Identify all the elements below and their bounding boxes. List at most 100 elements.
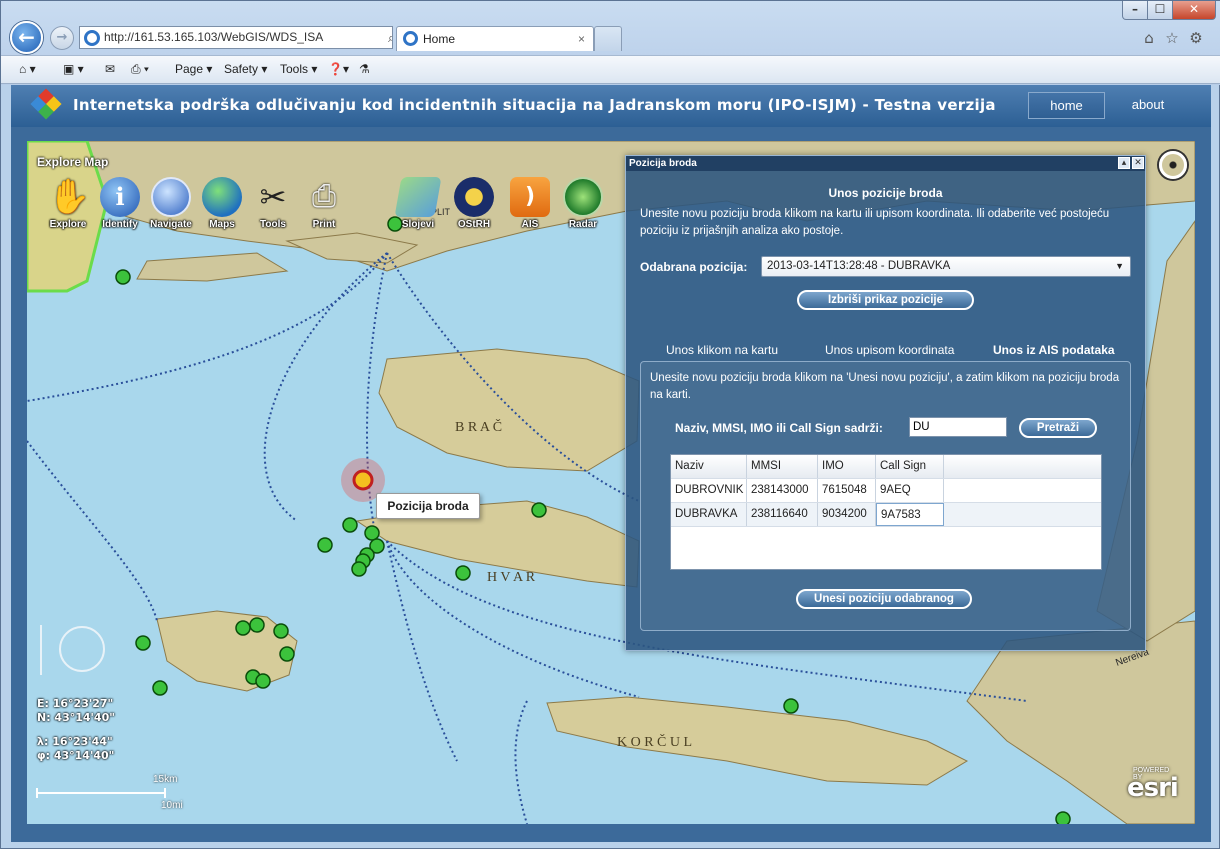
panel-minimize-button[interactable]: ▴ xyxy=(1118,157,1130,169)
pan-zoom-control[interactable] xyxy=(40,625,105,675)
selected-position-label: Odabrana pozicija: xyxy=(640,260,748,274)
panel-description: Unesite novu poziciju broda klikom na ka… xyxy=(640,208,1110,237)
tool-ais-label: AIS xyxy=(521,219,539,230)
cell-naziv: DUBROVNIK xyxy=(671,479,747,502)
explore-map-label: Explore Map xyxy=(37,155,109,169)
info-icon: i xyxy=(100,177,140,217)
tool-slojevi-label: Slojevi xyxy=(401,219,435,230)
cell-mmsi: 238116640 xyxy=(747,503,818,526)
search-button[interactable]: Pretraži xyxy=(1019,418,1097,438)
tool-radar[interactable]: Radar xyxy=(556,177,610,230)
enter-selected-position-button[interactable]: Unesi poziciju odabranog xyxy=(796,589,972,609)
tool-ais[interactable]: ) AIS xyxy=(503,177,557,230)
page-menu[interactable]: Page ▾ xyxy=(175,62,212,76)
new-tab-button[interactable] xyxy=(594,26,622,51)
ais-tab-description: Unesite novu poziciju broda klikom na 'U… xyxy=(650,372,1120,401)
hand-icon: ✋ xyxy=(48,177,91,217)
forward-button[interactable]: → xyxy=(50,26,74,50)
tool-identify-label: Identify xyxy=(102,219,138,230)
command-bar: ⌂ ▾ ▣ ▾ ✉ ⎙ ▾ Page ▾ Safety ▾ Tools ▾ ❓▾… xyxy=(1,55,1220,84)
col-imo[interactable]: IMO xyxy=(818,455,876,478)
radar-icon xyxy=(563,177,603,217)
tool-tools[interactable]: ✂ Tools xyxy=(246,177,300,230)
cell-imo: 7615048 xyxy=(818,479,876,502)
tool-navigate[interactable]: Navigate xyxy=(144,177,198,230)
locate-target-icon[interactable] xyxy=(1159,151,1187,179)
search-input[interactable] xyxy=(909,417,1007,437)
tool-radar-label: Radar xyxy=(568,219,598,230)
badge-icon xyxy=(454,177,494,217)
layers-icon xyxy=(394,177,442,217)
back-button[interactable]: ← xyxy=(10,21,43,54)
mail-icon[interactable]: ✉ xyxy=(105,62,115,76)
table-row-selected[interactable]: DUBRAVKA 238116640 9034200 9A7583 xyxy=(671,503,1101,527)
tool-print[interactable]: ⎙ Print xyxy=(297,177,351,230)
app-header: Internetska podrška odlučivanju kod inci… xyxy=(11,85,1211,127)
cell-imo: 9034200 xyxy=(818,503,876,526)
app-area: Internetska podrška odlučivanju kod inci… xyxy=(11,85,1211,842)
about-nav-button[interactable]: about xyxy=(1121,92,1175,119)
tab-ais-data[interactable]: Unos iz AIS podataka xyxy=(993,343,1115,357)
browser-chrome: – ☐ ✕ ← → http://161.53.165.103/WebGIS/W… xyxy=(1,1,1220,85)
selected-position-dropdown[interactable]: 2013-03-14T13:28:48 - DUBRAVKA ▼ xyxy=(761,256,1131,277)
wrench-icon: ✂ xyxy=(259,178,287,216)
feeds-icon[interactable]: ▣ ▾ xyxy=(63,62,84,76)
tool-identify[interactable]: i Identify xyxy=(93,177,147,230)
home-cmd-icon[interactable]: ⌂ ▾ xyxy=(19,62,36,76)
tools-menu-label: Tools xyxy=(280,62,309,76)
rss-icon: ) xyxy=(510,177,550,217)
safety-menu-label: Safety xyxy=(224,62,259,76)
settings-gear-icon[interactable]: ⚙ xyxy=(1187,29,1205,47)
ie-icon xyxy=(84,30,100,46)
page-menu-label: Page xyxy=(175,62,204,76)
tool-maps-label: Maps xyxy=(209,219,235,230)
coord-n: N: 43°14'40" xyxy=(37,711,115,724)
tool-ostrh[interactable]: OStRH xyxy=(447,177,501,230)
print-cmd-icon[interactable]: ⎙ ▾ xyxy=(131,62,149,77)
safety-menu[interactable]: Safety ▾ xyxy=(224,62,267,76)
tab-close-icon[interactable]: × xyxy=(578,27,585,51)
home-nav-button[interactable]: home xyxy=(1028,92,1105,119)
help-icon[interactable]: ❓▾ xyxy=(328,62,349,76)
favorites-star-icon[interactable]: ☆ xyxy=(1163,29,1181,47)
research-icon[interactable]: ⚗ xyxy=(359,62,370,76)
app-title: Internetska podrška odlučivanju kod inci… xyxy=(73,96,996,114)
tab-map-click[interactable]: Unos klikom na kartu xyxy=(666,343,778,357)
cell-callsign: 9A7583 xyxy=(876,503,944,526)
col-mmsi[interactable]: MMSI xyxy=(747,455,818,478)
selected-position-value: 2013-03-14T13:28:48 - DUBRAVKA xyxy=(767,260,951,272)
scale-mi: 10mi xyxy=(161,800,183,811)
tool-slojevi[interactable]: Slojevi xyxy=(391,177,445,230)
url-text: http://161.53.165.103/WebGIS/WDS_ISA xyxy=(104,30,324,44)
tool-maps[interactable]: Maps xyxy=(195,177,249,230)
panel-close-button[interactable]: ✕ xyxy=(1132,157,1144,169)
tab-coordinates[interactable]: Unos upisom koordinata xyxy=(825,343,954,357)
browser-window: – ☐ ✕ ← → http://161.53.165.103/WebGIS/W… xyxy=(0,0,1220,849)
ship-position-panel: Pozicija broda ▴ ✕ Unos pozicije broda U… xyxy=(625,155,1146,651)
selected-position-marker[interactable] xyxy=(352,469,374,491)
address-tools-icon[interactable]: ⌕▾⎘↻✕ xyxy=(386,27,392,48)
coordinate-readout: E: 16°23'27" N: 43°14'40" λ: 16°23'44" φ… xyxy=(37,697,115,763)
minimize-button[interactable]: – xyxy=(1122,1,1148,20)
tab-home[interactable]: Home × xyxy=(396,26,594,51)
col-callsign[interactable]: Call Sign xyxy=(876,455,944,478)
clear-position-button[interactable]: Izbriši prikaz pozicije xyxy=(797,290,974,310)
ship-results-grid: Naziv MMSI IMO Call Sign DUBROVNIK 23814… xyxy=(670,454,1102,570)
table-row[interactable]: DUBROVNIK 238143000 7615048 9AEQ xyxy=(671,479,1101,503)
cell-callsign: 9AEQ xyxy=(876,479,944,502)
tools-menu[interactable]: Tools ▾ xyxy=(280,62,317,76)
printer-icon: ⎙ xyxy=(312,179,336,214)
home-icon[interactable]: ⌂ xyxy=(1140,29,1158,47)
tool-ostrh-label: OStRH xyxy=(457,219,491,230)
tool-tools-label: Tools xyxy=(260,219,286,230)
address-bar[interactable]: http://161.53.165.103/WebGIS/WDS_ISA ⌕▾⎘… xyxy=(79,26,393,49)
cell-mmsi: 238143000 xyxy=(747,479,818,502)
col-naziv[interactable]: Naziv xyxy=(671,455,747,478)
maximize-button[interactable]: ☐ xyxy=(1147,1,1173,20)
close-window-button[interactable]: ✕ xyxy=(1172,1,1216,20)
panel-heading: Unos pozicije broda xyxy=(828,186,943,200)
tool-explore[interactable]: ✋ Explore xyxy=(41,177,95,230)
globe-icon xyxy=(202,177,242,217)
map-label-brac: B R A Č xyxy=(455,418,502,435)
ais-tab-content: Unesite novu poziciju broda klikom na 'U… xyxy=(640,361,1131,631)
